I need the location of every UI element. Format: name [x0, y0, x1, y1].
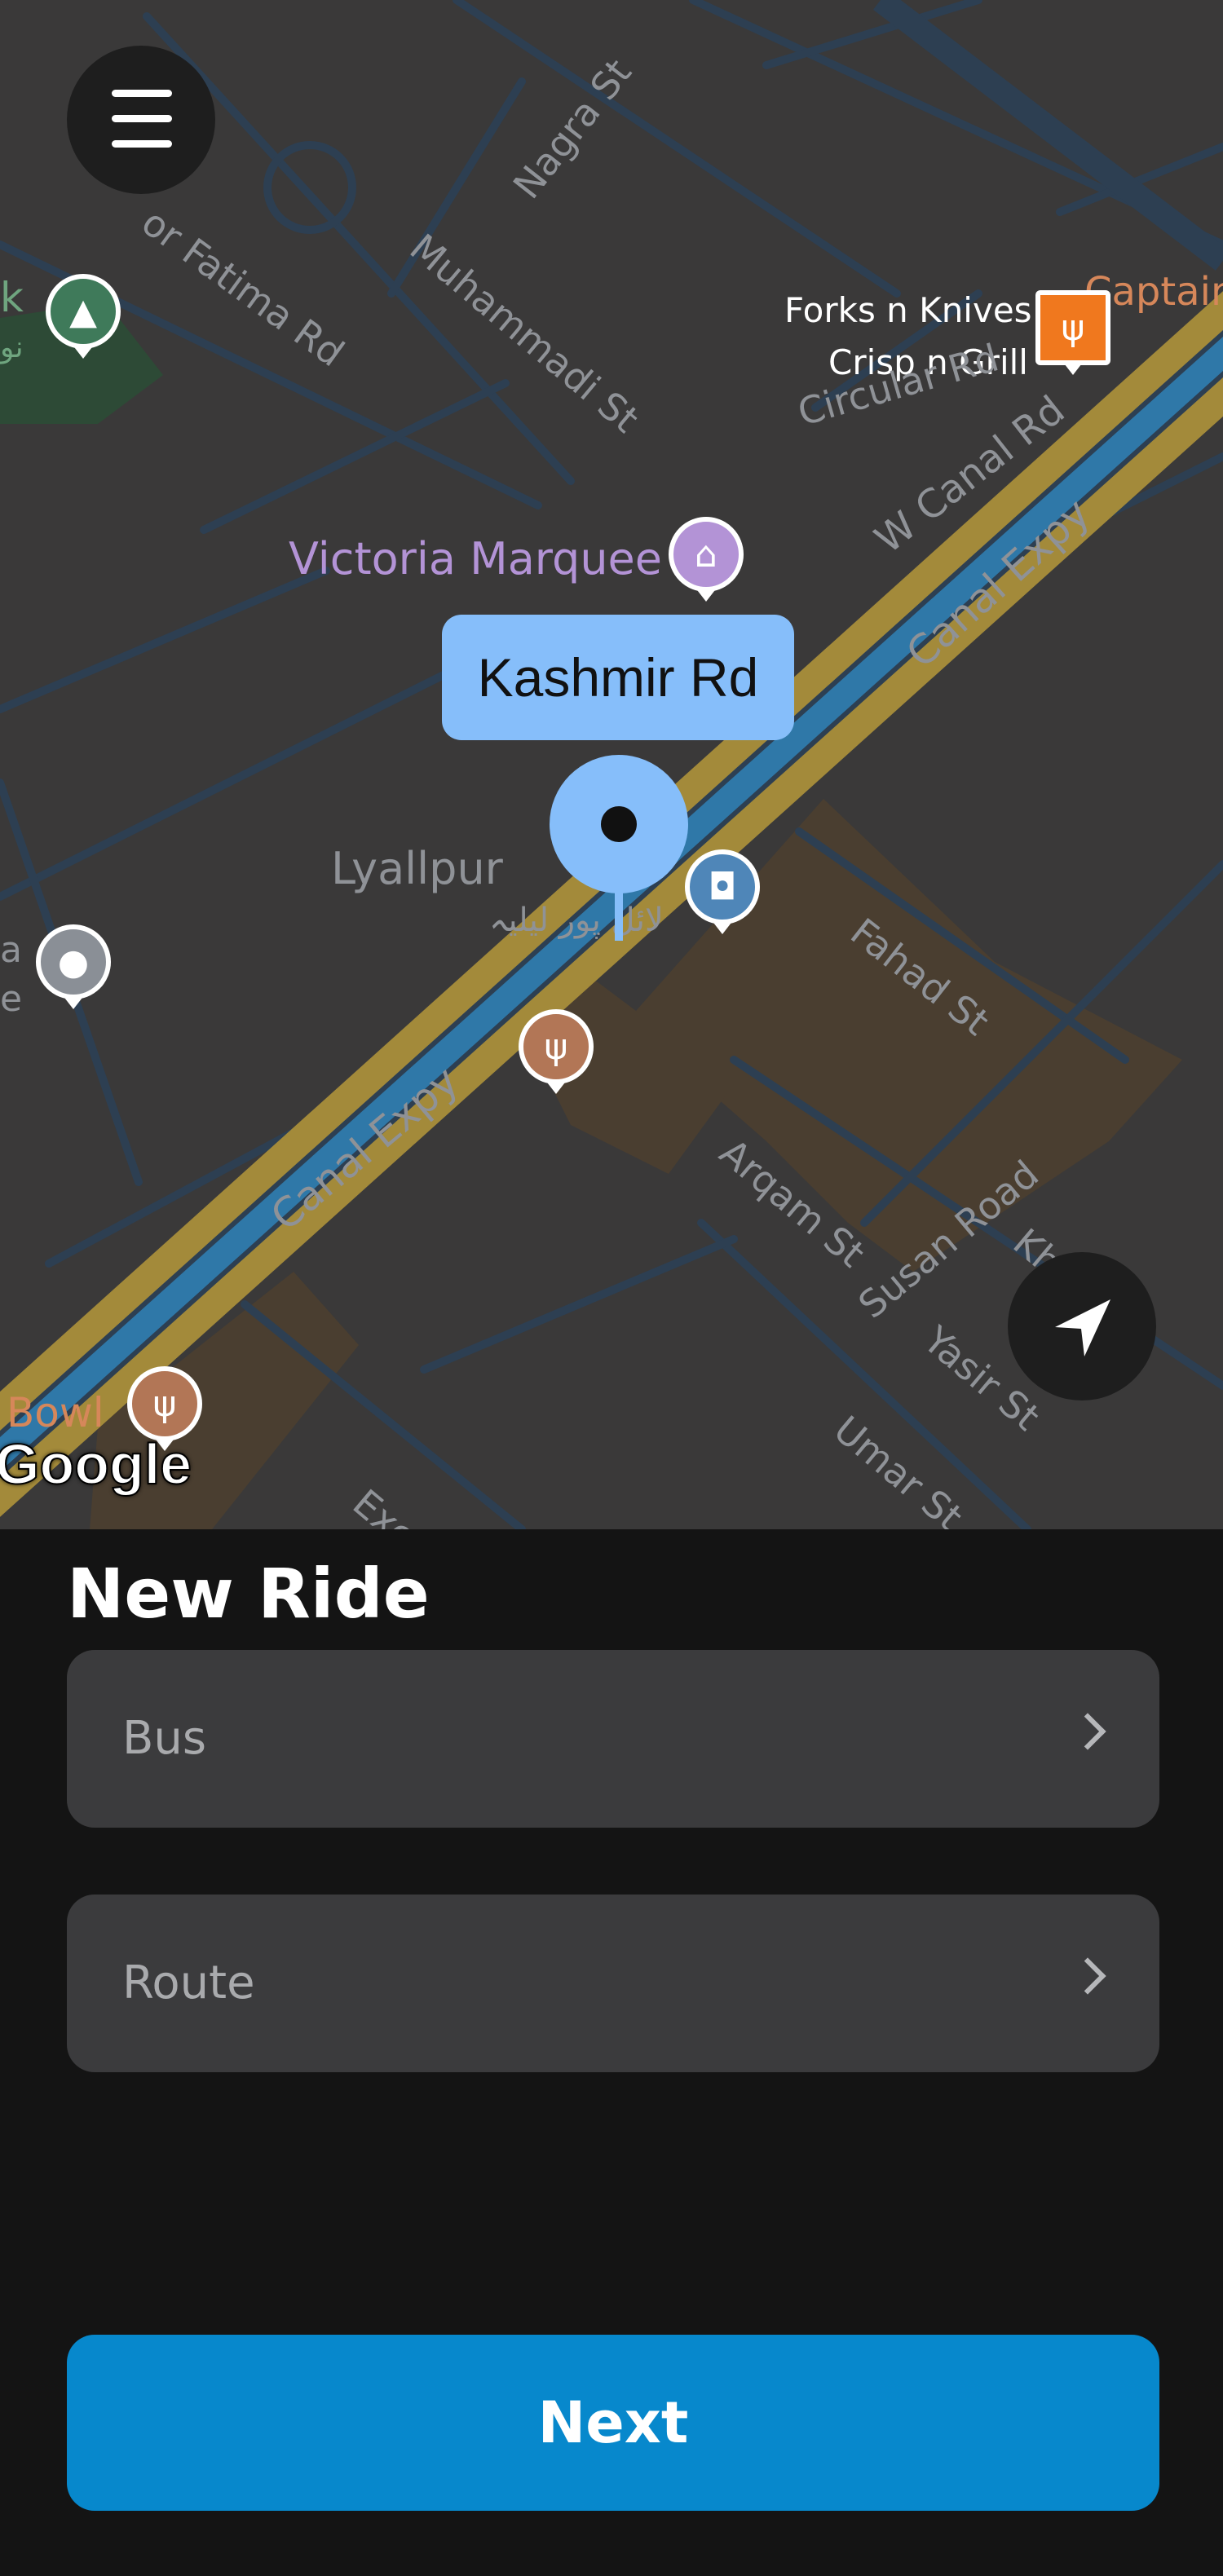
sheet-title: New Ride	[67, 1554, 430, 1634]
chevron-right-icon	[1069, 1957, 1106, 1995]
bus-selector[interactable]: Bus	[67, 1650, 1159, 1828]
hamburger-menu-icon-bottom	[112, 140, 172, 148]
route-selector[interactable]: Route	[67, 1895, 1159, 2072]
pickup-location-callout[interactable]: Kashmir Rd	[442, 615, 794, 740]
route-selector-label: Route	[122, 1956, 255, 2009]
map-label-forks-knives: Forks n Knives	[784, 290, 1032, 330]
shopping-poi-icon[interactable]: ◘	[685, 849, 760, 934]
map-label-left-e: e	[0, 978, 23, 1020]
hamburger-menu-icon	[112, 90, 172, 97]
park-poi-icon[interactable]: ▲	[46, 274, 121, 359]
chevron-right-icon	[1069, 1713, 1106, 1750]
next-button[interactable]: Next	[67, 2335, 1159, 2511]
restaurant-poi-icon-bowl[interactable]: ψ	[127, 1366, 202, 1451]
my-location-button[interactable]	[1008, 1252, 1156, 1400]
map-label-lyallpur-urdu: لائل پور لیلیہ	[489, 902, 664, 939]
map-label-left-a: a	[0, 929, 22, 971]
marquee-poi-icon[interactable]: ⌂	[669, 517, 744, 602]
map-label-victoria-marquee: Victoria Marquee	[289, 533, 662, 584]
map-pin-stem	[615, 889, 623, 941]
menu-button[interactable]	[67, 46, 215, 194]
map-label-bowl: Bowl	[7, 1389, 104, 1436]
navigation-arrow-icon	[1055, 1299, 1110, 1356]
restaurant-poi-icon-forks[interactable]: ψ	[1035, 290, 1110, 375]
map-pin-icon[interactable]	[550, 755, 688, 893]
google-attribution: Google	[0, 1431, 192, 1497]
map-label-left-urdu: نو	[0, 331, 24, 364]
location-poi-icon[interactable]: ●	[36, 924, 111, 1009]
map-view[interactable]: Nagra St Muhammadi St or Fatima Rd Forks…	[0, 0, 1223, 1529]
bus-selector-label: Bus	[122, 1712, 207, 1765]
map-label-lyallpur: Lyallpur	[331, 843, 503, 894]
hamburger-menu-icon-middle	[112, 115, 172, 122]
restaurant-poi-icon[interactable]: ψ	[519, 1009, 594, 1094]
map-label-left-k: k	[0, 274, 24, 321]
